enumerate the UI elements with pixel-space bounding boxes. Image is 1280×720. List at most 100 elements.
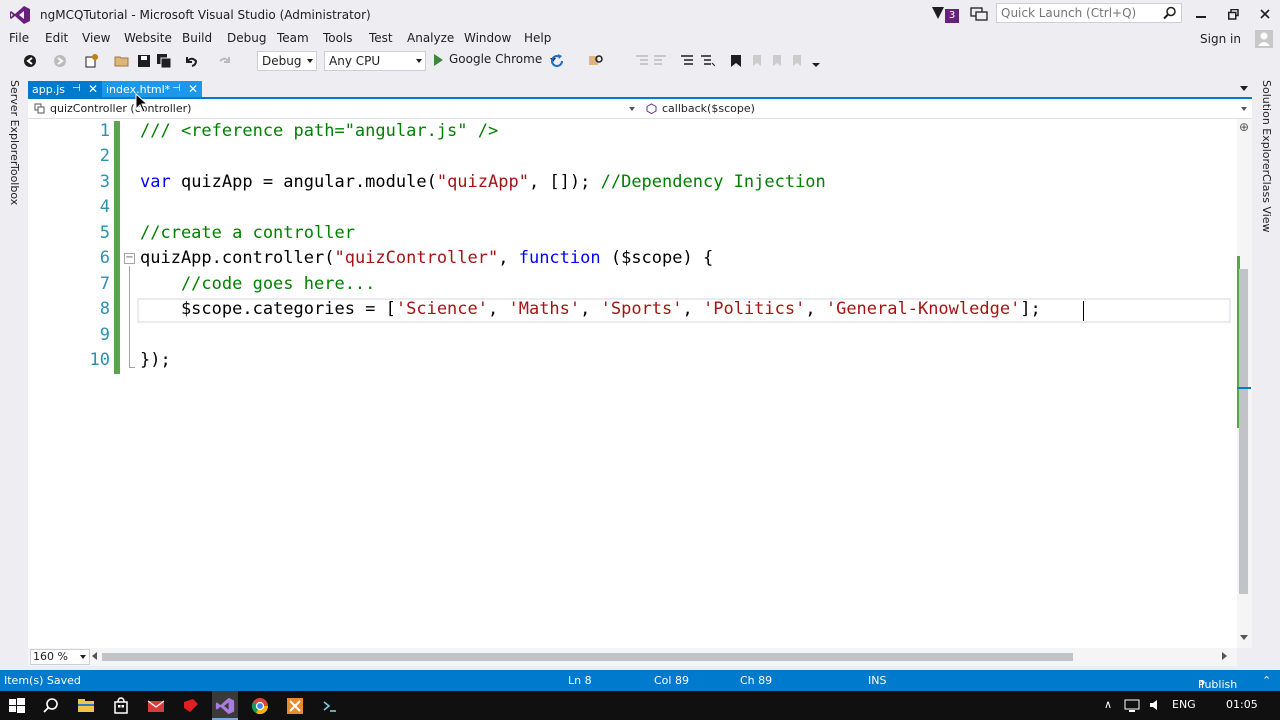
forward-icon[interactable] <box>52 53 68 69</box>
menu-tools[interactable]: Tools <box>323 31 353 45</box>
pin-icon[interactable]: ⊣ <box>172 83 181 94</box>
menu-help[interactable]: Help <box>524 31 551 45</box>
find-in-files-icon[interactable] <box>588 53 604 69</box>
input-language[interactable]: ENG <box>1172 698 1196 711</box>
command-prompt-icon[interactable] <box>320 696 340 716</box>
clock-time[interactable]: 01:05 <box>1226 698 1258 711</box>
uncomment-lines-icon[interactable] <box>699 53 715 69</box>
toolbox-tab[interactable]: Toolbox <box>8 164 21 205</box>
change-tracking-bar <box>114 121 120 374</box>
save-icon[interactable] <box>136 53 152 69</box>
store-icon[interactable] <box>111 696 131 716</box>
next-bookmark-icon[interactable] <box>769 53 785 69</box>
chevron-down-icon <box>1241 107 1247 111</box>
left-tool-window-strip: Server Explorer Toolbox <box>0 74 28 670</box>
quick-launch-input[interactable] <box>997 4 1157 22</box>
solution-explorer-tab[interactable]: Solution Explorer <box>1260 80 1273 174</box>
solution-platform-dropdown[interactable]: Any CPU <box>324 51 426 71</box>
menu-website[interactable]: Website <box>124 31 172 45</box>
zoom-dropdown[interactable]: 160 % <box>30 649 90 665</box>
close-window-button[interactable] <box>1248 2 1280 26</box>
menu-build[interactable]: Build <box>182 31 212 45</box>
previous-bookmark-icon[interactable] <box>749 53 765 69</box>
class-icon <box>34 103 45 114</box>
collapse-region-icon[interactable]: − <box>124 253 135 264</box>
split-editor-icon[interactable]: ⊕ <box>1237 120 1251 134</box>
code-token: , <box>805 299 826 319</box>
string-token: 'Politics' <box>703 299 806 319</box>
code-line-8: $scope.categories = ['Science', 'Maths',… <box>140 299 1041 319</box>
menu-debug[interactable]: Debug <box>227 31 266 45</box>
open-file-icon[interactable] <box>114 53 130 69</box>
app-orange-icon[interactable] <box>285 696 305 716</box>
feedback-icon[interactable] <box>970 6 988 22</box>
code-token: ]; <box>1020 299 1041 319</box>
file-explorer-icon[interactable] <box>76 696 96 716</box>
search-icon[interactable] <box>41 696 61 716</box>
scroll-left-icon[interactable] <box>92 652 97 660</box>
menu-analyze[interactable]: Analyze <box>407 31 454 45</box>
line-number: 5 <box>99 223 110 243</box>
outline-guide <box>129 266 130 368</box>
server-explorer-tab[interactable]: Server Explorer <box>8 80 21 165</box>
volume-icon[interactable] <box>1148 697 1164 713</box>
close-icon[interactable]: ✕ <box>188 82 198 96</box>
members-dropdown[interactable]: callback($scope) <box>642 100 1250 118</box>
string-token: "quizApp" <box>436 172 529 192</box>
horizontal-scrollbar-thumb[interactable] <box>102 653 1073 661</box>
app-red-icon[interactable] <box>181 696 201 716</box>
start-debugging-button[interactable]: Google Chrome <box>434 52 557 70</box>
outline-guide-end <box>129 367 135 368</box>
solution-configuration-dropdown[interactable]: Debug <box>257 51 317 71</box>
chrome-icon[interactable] <box>250 696 270 716</box>
redo-icon[interactable] <box>217 53 233 69</box>
menu-window[interactable]: Window <box>464 31 511 45</box>
outdent-icon[interactable] <box>634 53 650 69</box>
search-icon[interactable] <box>1163 6 1177 20</box>
windows-start-icon[interactable] <box>7 696 27 716</box>
mail-icon[interactable] <box>146 696 166 716</box>
save-all-icon[interactable] <box>156 53 172 69</box>
account-icon[interactable] <box>1255 30 1273 48</box>
code-token: ($scope) { <box>600 248 714 268</box>
close-icon[interactable]: ✕ <box>88 82 98 96</box>
types-dropdown[interactable]: quizController (controller) <box>30 100 638 118</box>
code-token: quizApp = angular.module( <box>170 172 437 192</box>
refresh-browser-icon[interactable] <box>549 53 565 69</box>
network-icon[interactable] <box>1124 697 1140 713</box>
line-number: 4 <box>99 197 110 217</box>
scrollbar-thumb[interactable] <box>1239 269 1248 594</box>
menu-view[interactable]: View <box>82 31 110 45</box>
back-icon[interactable] <box>22 53 38 69</box>
indent-icon[interactable] <box>652 53 668 69</box>
bookmark-icon[interactable] <box>728 53 744 69</box>
comment-lines-icon[interactable] <box>679 53 695 69</box>
notifications-button[interactable]: 3 <box>932 6 962 24</box>
minimize-button[interactable] <box>1184 2 1218 26</box>
class-view-tab[interactable]: Class View <box>1260 174 1273 233</box>
toolbar-overflow-icon[interactable] <box>808 53 824 69</box>
code-token: $scope.categories = [ <box>140 299 396 319</box>
code-editor[interactable] <box>28 119 1237 648</box>
menu-edit[interactable]: Edit <box>45 31 68 45</box>
vertical-scrollbar[interactable]: ⊕ <box>1237 119 1252 648</box>
chevron-up-icon[interactable]: ⌃ <box>1262 674 1271 687</box>
status-char: Ch 89 <box>740 674 773 687</box>
sign-in-link[interactable]: Sign in <box>1200 32 1241 46</box>
taskbar-visual-studio[interactable] <box>212 691 238 720</box>
restore-button[interactable] <box>1216 2 1250 26</box>
scroll-down-icon[interactable] <box>1240 635 1248 640</box>
clear-bookmarks-icon[interactable] <box>789 53 805 69</box>
undo-icon[interactable] <box>183 53 199 69</box>
quick-launch-box[interactable] <box>996 3 1182 23</box>
scroll-right-icon[interactable] <box>1222 652 1227 660</box>
new-project-icon[interactable] <box>84 53 100 69</box>
menu-test[interactable]: Test <box>369 31 393 45</box>
show-hidden-icons-icon[interactable]: ∧ <box>1104 698 1112 711</box>
code-token: , <box>580 299 601 319</box>
code-token: , <box>682 299 703 319</box>
chevron-down-icon[interactable] <box>1240 86 1248 91</box>
menu-team[interactable]: Team <box>277 31 309 45</box>
pin-icon[interactable]: ⊣ <box>72 83 81 94</box>
menu-file[interactable]: File <box>9 31 29 45</box>
